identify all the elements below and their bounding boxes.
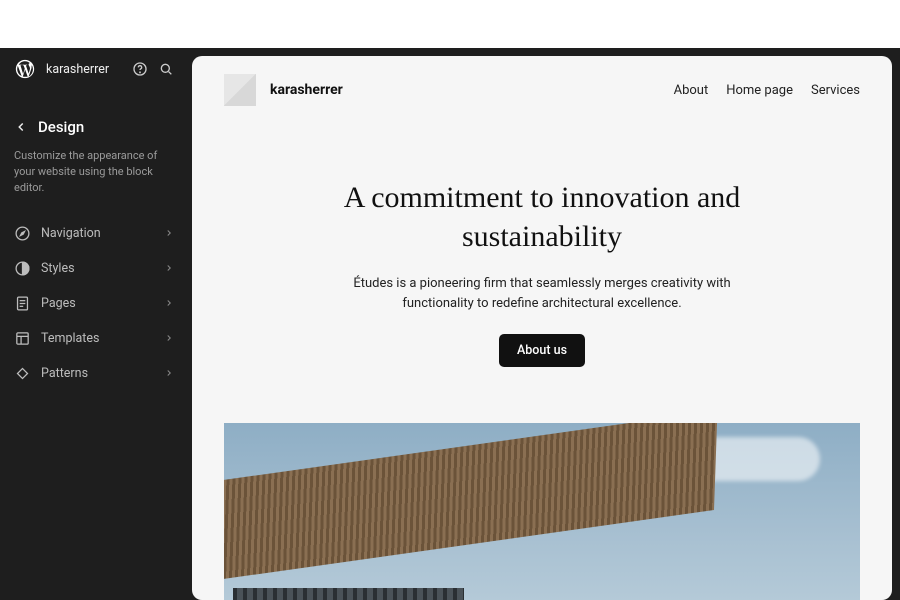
app-shell: karasherrer Design Customize the appeara… [0,48,900,600]
top-whitespace [0,0,900,48]
wordpress-logo-icon [14,58,36,80]
preview-site-header: karasherrer About Home page Services [192,56,892,124]
compass-icon [14,225,31,242]
sidebar-header: karasherrer [0,48,188,90]
roof-shape [224,423,717,582]
contrast-icon [14,260,31,277]
site-logo-placeholder[interactable] [224,74,256,106]
layout-icon [14,330,31,347]
header-action-icons [132,61,174,77]
sidebar-item-styles[interactable]: Styles [0,251,188,286]
hero-cta-button[interactable]: About us [499,334,585,367]
section-description: Customize the appearance of your website… [0,144,188,212]
chevron-right-icon [164,228,174,238]
building-shape [224,483,669,600]
nav-label: Navigation [41,226,154,241]
nav-link-services[interactable]: Services [811,83,860,98]
search-icon[interactable] [158,61,174,77]
nav-label: Pages [41,296,154,311]
section-title-row: Design [0,90,188,144]
chevron-right-icon [164,368,174,378]
sidebar-item-templates[interactable]: Templates [0,321,188,356]
sidebar-nav-list: Navigation Styles Pages [0,212,188,391]
sidebar-item-pages[interactable]: Pages [0,286,188,321]
nav-link-home-page[interactable]: Home page [726,83,793,98]
chevron-right-icon [164,333,174,343]
chevron-right-icon [164,298,174,308]
page-icon [14,295,31,312]
site-name: karasherrer [46,62,122,77]
preview-top-nav: About Home page Services [674,83,860,98]
section-title: Design [38,118,84,136]
hero-image[interactable] [224,423,860,600]
chevron-right-icon [164,263,174,273]
sidebar-item-navigation[interactable]: Navigation [0,216,188,251]
facade-shape [233,588,464,600]
site-preview-frame[interactable]: karasherrer About Home page Services A c… [192,56,892,600]
preview-hero: A commitment to innovation and sustainab… [192,124,892,391]
diamond-icon [14,365,31,382]
help-icon[interactable] [132,61,148,77]
editor-sidebar: karasherrer Design Customize the appeara… [0,48,188,600]
sidebar-item-patterns[interactable]: Patterns [0,356,188,391]
nav-label: Patterns [41,366,154,381]
preview-brand-name[interactable]: karasherrer [270,82,660,98]
preview-wrapper: karasherrer About Home page Services A c… [188,48,900,600]
nav-label: Templates [41,331,154,346]
hero-title[interactable]: A commitment to innovation and sustainab… [272,178,812,256]
nav-label: Styles [41,261,154,276]
hero-description[interactable]: Études is a pioneering firm that seamles… [332,274,752,314]
back-chevron-icon[interactable] [14,120,28,134]
nav-link-about[interactable]: About [674,83,709,98]
